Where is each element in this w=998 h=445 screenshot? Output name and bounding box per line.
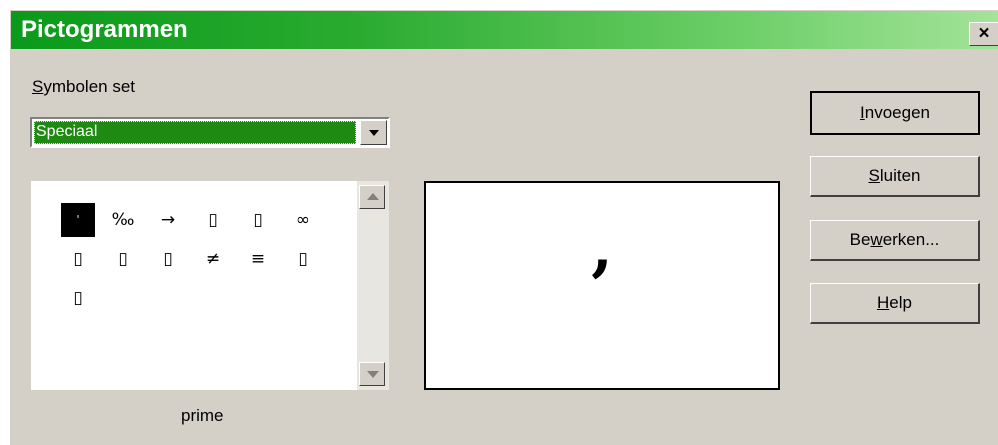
character-grid-scrollbar[interactable] bbox=[357, 181, 389, 390]
dropdown-button[interactable] bbox=[360, 120, 387, 145]
edit-accel: w bbox=[870, 230, 883, 249]
dialog-title: Pictogrammen bbox=[21, 16, 188, 43]
title-bar[interactable]: Pictogrammen × bbox=[11, 11, 998, 49]
edit-label: erken... bbox=[882, 230, 940, 249]
character-cell[interactable]: ▯ bbox=[61, 242, 95, 276]
character-cell[interactable]: ▯ bbox=[151, 242, 185, 276]
character-cell[interactable]: ≠ bbox=[196, 242, 230, 276]
selected-character-name: prime bbox=[181, 406, 224, 425]
character-cell[interactable]: ≡ bbox=[241, 242, 275, 276]
character-cell[interactable]: → bbox=[151, 203, 185, 237]
character-cell[interactable]: ▯ bbox=[241, 203, 275, 237]
symbol-set-dropdown[interactable]: Speciaal bbox=[30, 117, 390, 148]
edit-label-pre: Be bbox=[849, 230, 871, 249]
insert-label: nvoegen bbox=[864, 103, 930, 122]
scroll-down-button[interactable] bbox=[359, 362, 385, 386]
insert-button[interactable]: Invoegen bbox=[810, 91, 980, 135]
symbol-set-label-text: ymbolen set bbox=[43, 77, 136, 96]
symbol-set-label: Symbolen set bbox=[32, 77, 135, 97]
scroll-up-button[interactable] bbox=[359, 185, 385, 209]
help-button[interactable]: Help bbox=[810, 283, 980, 324]
chevron-down-icon bbox=[369, 130, 379, 136]
close-icon: × bbox=[978, 23, 990, 44]
character-cell[interactable]: ▯ bbox=[61, 281, 95, 315]
close-accel: S bbox=[868, 166, 880, 185]
character-cell[interactable]: ▯ bbox=[196, 203, 230, 237]
close-window-button[interactable]: × bbox=[969, 22, 998, 46]
symbol-set-value[interactable]: Speciaal bbox=[34, 121, 356, 144]
character-cell[interactable]: ' bbox=[61, 203, 95, 237]
character-cell[interactable]: ‰ bbox=[106, 203, 140, 237]
character-cell[interactable]: ▯ bbox=[106, 242, 140, 276]
arrow-down-icon bbox=[367, 371, 379, 378]
preview-glyph: , bbox=[591, 211, 613, 284]
close-label: luiten bbox=[879, 166, 921, 185]
edit-button[interactable]: Bewerken... bbox=[810, 220, 980, 261]
arrow-up-icon bbox=[367, 193, 379, 200]
character-grid[interactable]: ' ‰ → ▯ ▯ ∞ ▯ ▯ ▯ ≠ ≡ ▯ ▯ bbox=[31, 181, 389, 390]
symbol-set-label-accel: S bbox=[32, 77, 44, 96]
character-preview: , bbox=[424, 181, 780, 390]
help-label: elp bbox=[889, 293, 912, 312]
close-button[interactable]: Sluiten bbox=[810, 156, 980, 197]
character-cell[interactable]: ▯ bbox=[286, 242, 320, 276]
help-accel: H bbox=[877, 293, 890, 312]
character-cell[interactable]: ∞ bbox=[286, 203, 320, 237]
symbols-dialog: Pictogrammen × Symbolen set Speciaal ' ‰ →… bbox=[10, 10, 998, 445]
